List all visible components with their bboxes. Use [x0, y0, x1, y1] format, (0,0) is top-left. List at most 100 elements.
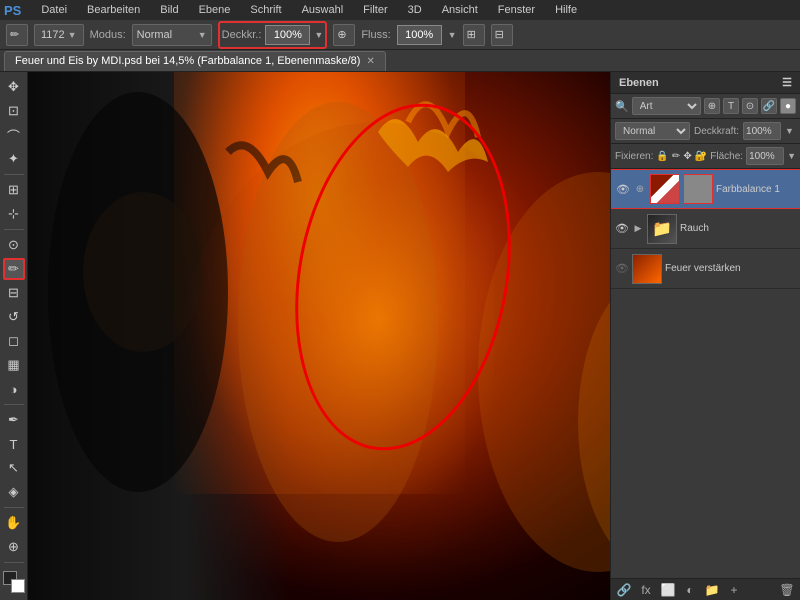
modus-label: Modus:	[90, 29, 126, 41]
layer-item-farbbalance[interactable]: 👁 ⊕ Farbbalance 1	[611, 169, 800, 209]
background-color[interactable]	[11, 579, 25, 593]
fix-lock-icon[interactable]: 🔒	[656, 149, 668, 163]
menu-fenster[interactable]: Fenster	[494, 2, 539, 18]
path-select-icon[interactable]: ↖	[3, 457, 25, 479]
stamp-tool-icon[interactable]: ⊟	[3, 282, 25, 304]
fill-chevron-icon: ▼	[787, 151, 796, 161]
pen-tool-icon[interactable]: ✒	[3, 409, 25, 431]
layer-item-feuer[interactable]: 👁 Feuer verstärken	[611, 249, 800, 289]
gradient-tool-icon[interactable]: ▦	[3, 354, 25, 376]
modus-chevron-icon: ▼	[198, 30, 207, 40]
text-tool-icon[interactable]: T	[3, 433, 25, 455]
hand-tool-icon[interactable]: ✋	[3, 512, 25, 534]
toolbar-separator-1	[4, 174, 24, 175]
menu-datei[interactable]: Datei	[37, 2, 71, 18]
layer-visibility-farbbalance[interactable]: 👁	[616, 182, 630, 196]
opacity-chevron-icon: ▼	[785, 126, 794, 136]
extra-option-button[interactable]: ⊟	[491, 24, 513, 46]
menu-ansicht[interactable]: Ansicht	[438, 2, 482, 18]
add-layer-button[interactable]: +	[725, 581, 743, 599]
fix-all-icon[interactable]: 🔐	[695, 149, 707, 163]
lasso-tool-icon[interactable]: ⌒	[3, 124, 25, 146]
layers-panel-title: Ebenen	[619, 77, 659, 89]
filter-icon-3[interactable]: ⊙	[742, 98, 758, 114]
menu-schrift[interactable]: Schrift	[246, 2, 285, 18]
eyedropper-tool-icon[interactable]: ⊹	[3, 203, 25, 225]
add-link-button[interactable]: 🔗	[615, 581, 633, 599]
brush-size-value: 1172	[41, 29, 65, 41]
deckkraft-label: Deckkr.:	[222, 29, 262, 41]
layer-mask-farbbalance	[683, 174, 713, 204]
brush-tool-button[interactable]: ✏	[6, 24, 28, 46]
dodge-tool-icon[interactable]: ◑	[3, 378, 25, 400]
tablet-pressure-button[interactable]: ⊞	[463, 24, 485, 46]
layer-filter-row: 🔍 Art ⊕ T ⊙ 🔗 ●	[611, 94, 800, 119]
spot-heal-icon[interactable]: ⊙	[3, 234, 25, 256]
blend-mode-dropdown[interactable]: Normal	[615, 122, 690, 140]
filter-search-icon: 🔍	[615, 100, 629, 113]
wand-tool-icon[interactable]: ✦	[3, 148, 25, 170]
shape-tool-icon[interactable]: ◈	[3, 481, 25, 503]
fix-label: Fixieren:	[615, 151, 653, 162]
tab-close-button[interactable]: ✕	[366, 56, 374, 67]
modus-dropdown[interactable]: Normal ▼	[132, 24, 212, 46]
menu-auswahl[interactable]: Auswahl	[298, 2, 348, 18]
deckkraft-section: Deckkr.: ▼	[218, 21, 328, 49]
opacity-input[interactable]	[743, 122, 781, 140]
layers-bottom-toolbar: 🔗 fx ⬜ ◐ 📁 + 🗑	[611, 578, 800, 600]
menubar: PS Datei Bearbeiten Bild Ebene Schrift A…	[0, 0, 800, 20]
fluss-input[interactable]	[397, 25, 442, 45]
fix-brush-icon[interactable]: ✏	[672, 149, 681, 163]
document-tab-title: Feuer und Eis by MDI.psd bei 14,5% (Farb…	[15, 55, 360, 67]
fluss-label: Fluss:	[361, 29, 390, 41]
brush-size-input[interactable]: 1172 ▼	[34, 24, 84, 46]
filter-icon-1[interactable]: ⊕	[704, 98, 720, 114]
layers-list: 👁 ⊕ Farbbalance 1 👁 ▶ 📁 Rauch	[611, 169, 800, 578]
filter-toggle[interactable]: ●	[780, 98, 796, 114]
tabbar: Feuer und Eis by MDI.psd bei 14,5% (Farb…	[0, 50, 800, 72]
layer-visibility-rauch[interactable]: 👁	[615, 222, 629, 236]
fix-move-icon[interactable]: ✥	[683, 149, 692, 163]
layer-name-feuer: Feuer verstärken	[665, 263, 796, 274]
fluss-chevron-icon: ▼	[448, 30, 457, 40]
menu-3d[interactable]: 3D	[404, 2, 426, 18]
menu-bearbeiten[interactable]: Bearbeiten	[83, 2, 144, 18]
filter-icon-2[interactable]: T	[723, 98, 739, 114]
fg-bg-color-selector[interactable]	[3, 571, 25, 593]
brush-size-chevron-icon: ▼	[68, 30, 77, 40]
delete-layer-button[interactable]: 🗑	[778, 581, 796, 599]
menu-filter[interactable]: Filter	[359, 2, 391, 18]
layer-item-rauch[interactable]: 👁 ▶ 📁 Rauch	[611, 209, 800, 249]
add-style-button[interactable]: fx	[637, 581, 655, 599]
crop-tool-icon[interactable]: ⊞	[3, 179, 25, 201]
deckkraft-input[interactable]	[265, 25, 310, 45]
history-brush-icon[interactable]: ↺	[3, 306, 25, 328]
layer-expand-rauch[interactable]: ▶	[632, 223, 644, 235]
marquee-tool-icon[interactable]: ⊡	[3, 100, 25, 122]
layer-filter-dropdown[interactable]: Art	[632, 97, 701, 115]
toolbar-separator-2	[4, 229, 24, 230]
toolbar-separator-3	[4, 404, 24, 405]
airbrush-button[interactable]: ⊕	[333, 24, 355, 46]
layer-name-rauch: Rauch	[680, 223, 796, 234]
brush-tool-icon[interactable]: ✏	[3, 258, 25, 280]
menu-bild[interactable]: Bild	[156, 2, 182, 18]
toolbar-separator-5	[4, 562, 24, 563]
top-toolbar: ✏ 1172 ▼ Modus: Normal ▼ Deckkr.: ▼ ⊕ Fl…	[0, 20, 800, 50]
document-tab[interactable]: Feuer und Eis by MDI.psd bei 14,5% (Farb…	[4, 51, 386, 71]
menu-hilfe[interactable]: Hilfe	[551, 2, 581, 18]
add-group-button[interactable]: 📁	[703, 581, 721, 599]
add-adjustment-button[interactable]: ◐	[681, 581, 699, 599]
layer-visibility-feuer[interactable]: 👁	[615, 262, 629, 276]
filter-icon-4[interactable]: 🔗	[761, 98, 777, 114]
fill-input[interactable]	[746, 147, 784, 165]
layer-adjust-icon: ⊕	[633, 182, 647, 196]
fix-row: Fixieren: 🔒 ✏ ✥ 🔐 Fläche: ▼	[611, 144, 800, 169]
move-tool-icon[interactable]: ✥	[3, 76, 25, 98]
canvas-area[interactable]	[28, 72, 610, 600]
eraser-tool-icon[interactable]: ◻	[3, 330, 25, 352]
layers-panel-menu-icon[interactable]: ☰	[782, 76, 792, 89]
add-mask-button[interactable]: ⬜	[659, 581, 677, 599]
menu-ebene[interactable]: Ebene	[195, 2, 235, 18]
zoom-tool-icon[interactable]: ⊕	[3, 536, 25, 558]
